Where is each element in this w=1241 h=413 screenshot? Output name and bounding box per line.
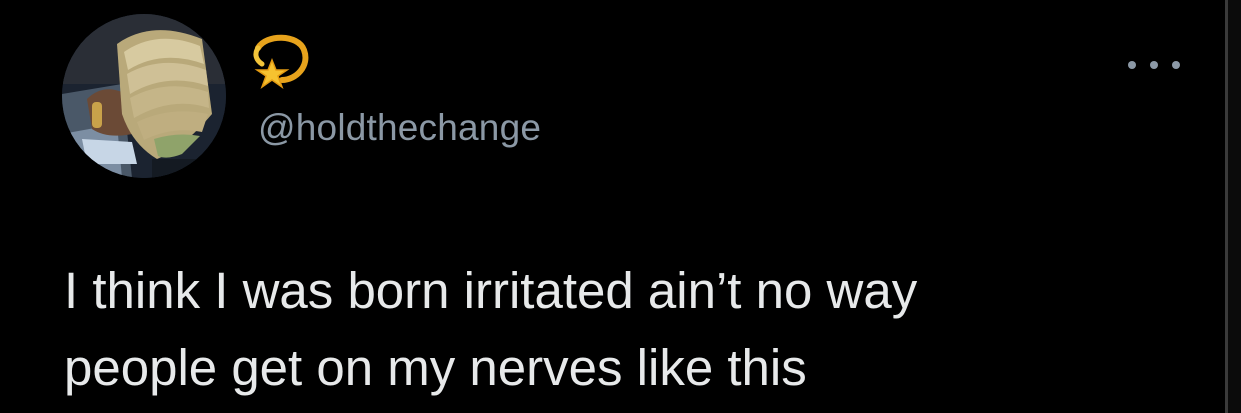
more-dot bbox=[1172, 61, 1180, 69]
user-handle[interactable]: @holdthechange bbox=[258, 106, 541, 150]
tweet-text-line-1: I think I was born irritated ain’t no wa… bbox=[64, 262, 918, 319]
tweet-card: @holdthechange I think I was born irrita… bbox=[0, 0, 1241, 413]
avatar[interactable] bbox=[62, 14, 226, 178]
more-dot bbox=[1150, 61, 1158, 69]
more-options-icon[interactable] bbox=[1128, 50, 1180, 80]
scrollbar[interactable] bbox=[1225, 0, 1241, 413]
dizzy-star-emoji-icon bbox=[246, 30, 312, 96]
tweet-text-line-2: people get on my nerves like this bbox=[64, 339, 807, 396]
tweet-text: I think I was born irritated ain’t no wa… bbox=[64, 252, 1214, 406]
more-dot bbox=[1128, 61, 1136, 69]
